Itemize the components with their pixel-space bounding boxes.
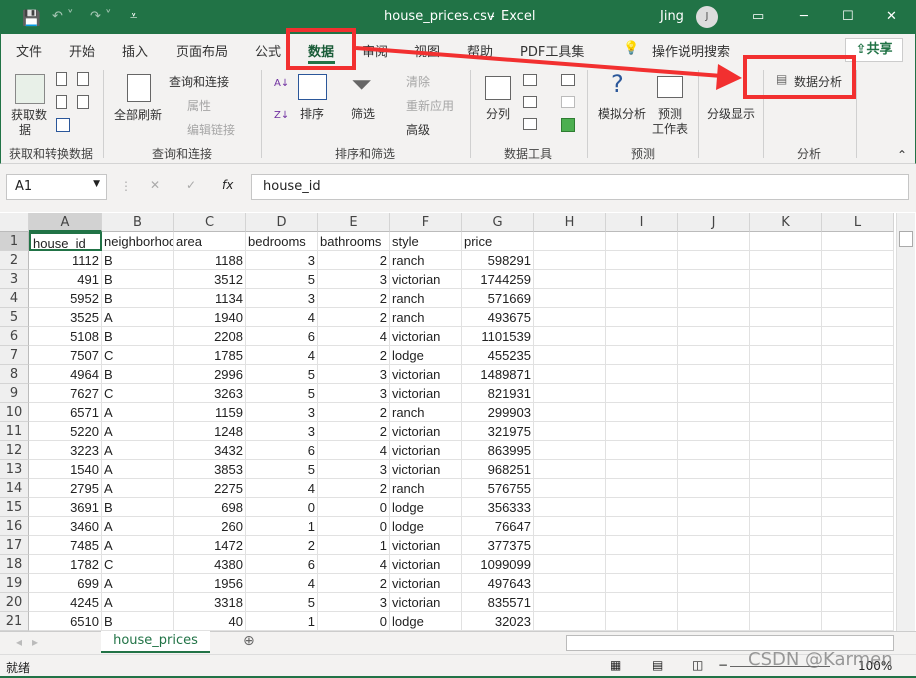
annotation-arrow [355, 46, 742, 90]
